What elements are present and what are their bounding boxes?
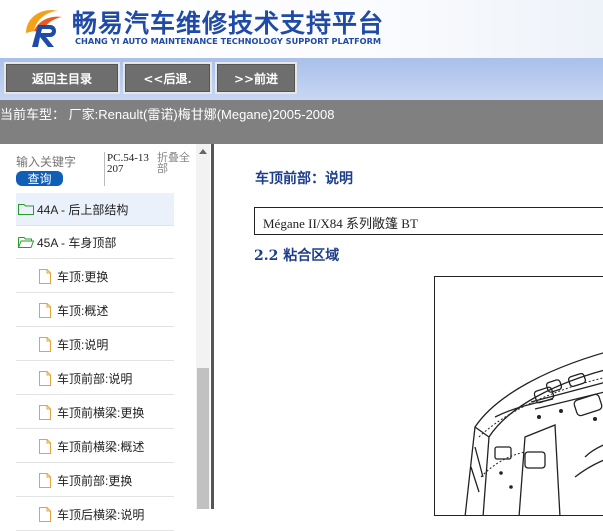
home-button[interactable]: 返回主目录	[4, 62, 120, 94]
roof-structure-illustration	[464, 352, 603, 515]
folder-open-icon	[18, 237, 34, 248]
tree-item-label: 车顶:说明	[57, 337, 109, 352]
tree-item-label: 车顶后横梁:说明	[57, 507, 145, 522]
tree-item-label: 车顶:概述	[57, 303, 109, 318]
tree-item-label: 车顶前横梁:更换	[57, 405, 145, 420]
tree-doc-item[interactable]: 车顶:说明	[16, 328, 174, 361]
current-vehicle-text: 当前车型： 厂家:Renault(雷诺)梅甘娜(Megane)2005-2008	[0, 107, 335, 122]
document-icon	[39, 336, 51, 352]
tree-doc-item[interactable]: 车顶前横梁:概述	[16, 430, 174, 463]
tree-doc-item[interactable]: 车顶后横梁:说明	[16, 498, 174, 531]
tree-doc-item[interactable]: 车顶前部:更换	[16, 464, 174, 497]
left-panel: 查询 PC.54-13207 折叠全部 44A - 后上部结构 45A - 车身…	[0, 144, 214, 531]
roof-bonding-diagram	[434, 276, 603, 516]
tree-item-label: 车顶前横梁:概述	[57, 439, 145, 454]
tree-doc-item[interactable]: 车顶:概述	[16, 294, 174, 327]
app-header: 畅易汽车维修技术支持平台 CHANG YI AUTO MAINTENANCE T…	[0, 0, 603, 58]
document-icon	[39, 438, 51, 454]
document-icon	[39, 302, 51, 318]
logo-icon	[26, 10, 62, 47]
tree-item-label: 车顶前部:说明	[57, 371, 133, 386]
search-button[interactable]: 查询	[16, 171, 63, 186]
tree-doc-item[interactable]: 车顶前横梁:更换	[16, 396, 174, 429]
scroll-thumb[interactable]	[197, 368, 209, 509]
tree-folder-44a[interactable]: 44A - 后上部结构	[16, 193, 174, 226]
document-icon	[39, 472, 51, 488]
folder-icon	[18, 204, 34, 215]
tree-item-label: 45A - 车身顶部	[37, 235, 117, 250]
tree-scrollbar[interactable]	[196, 144, 210, 509]
page-title: 车顶前部：说明	[255, 171, 353, 187]
tree-item-label: 车顶前部:更换	[57, 473, 133, 488]
model-box: Mégane II/X84 系列敞篷 BT	[254, 207, 603, 235]
vehicle-bar: 当前车型： 厂家:Renault(雷诺)梅甘娜(Megane)2005-2008	[0, 100, 603, 144]
collapse-all-button[interactable]: 折叠全部	[157, 153, 193, 175]
document-icon	[39, 268, 51, 284]
tree-folder-45a[interactable]: 45A - 车身顶部	[16, 226, 174, 259]
document-icon	[39, 404, 51, 420]
platform-title: 畅易汽车维修技术支持平台	[72, 9, 385, 38]
model-text: Mégane II/X84 系列敞篷 BT	[263, 216, 418, 231]
forward-button[interactable]: >>前进	[215, 62, 297, 94]
document-icon	[39, 370, 51, 386]
document-content: 车顶前部：说明 Mégane II/X84 系列敞篷 BT 2.2 粘合区域	[214, 144, 603, 516]
scroll-up-arrow-icon[interactable]	[199, 149, 207, 154]
back-button[interactable]: <<后退.	[123, 62, 212, 94]
toolbar: 返回主目录 <<后退. >>前进	[0, 58, 603, 100]
tree-doc-item[interactable]: 车顶:更换	[16, 260, 174, 293]
divider	[104, 152, 105, 186]
tree-item-label: 44A - 后上部结构	[37, 202, 129, 217]
pc-code: PC.54-13207	[107, 152, 149, 175]
tree-doc-item[interactable]: 车顶前部:说明	[16, 362, 174, 395]
platform-subtitle: CHANG YI AUTO MAINTENANCE TECHNOLOGY SUP…	[75, 36, 382, 46]
search-input[interactable]	[16, 154, 98, 170]
tree-item-label: 车顶:更换	[57, 269, 109, 284]
section-heading: 2.2 粘合区域	[254, 248, 340, 264]
